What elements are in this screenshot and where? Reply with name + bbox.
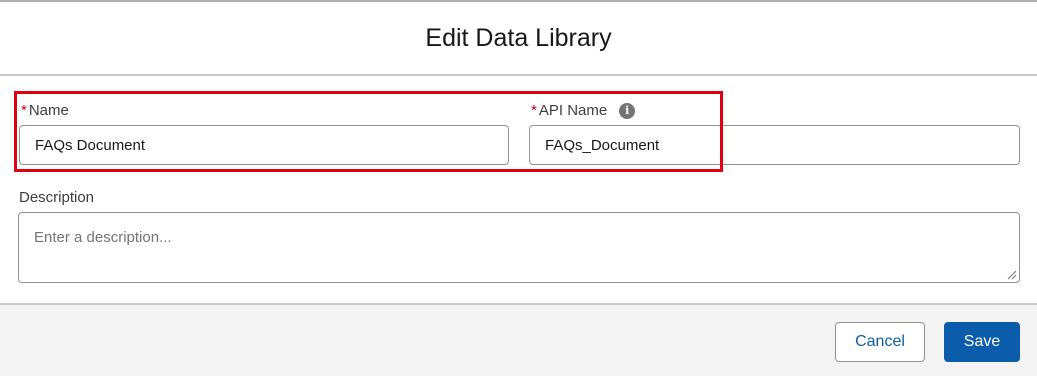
edit-data-library-modal: Edit Data Library * Name FAQs Document *…: [0, 0, 1037, 376]
modal-header: Edit Data Library: [0, 2, 1037, 76]
name-input-value: FAQs Document: [35, 136, 146, 154]
required-marker: *: [531, 102, 537, 119]
api-name-label: * API Name i: [531, 102, 636, 119]
save-button[interactable]: Save: [944, 322, 1020, 362]
api-name-input-value: FAQs_Document: [545, 136, 660, 154]
name-label-text: Name: [28, 102, 69, 119]
cancel-button[interactable]: Cancel: [835, 322, 925, 362]
info-icon[interactable]: i: [619, 102, 636, 119]
modal-title: Edit Data Library: [425, 23, 612, 52]
name-input[interactable]: FAQs Document: [19, 125, 509, 165]
name-label: * Name: [21, 102, 69, 119]
resize-handle-icon[interactable]: [1007, 270, 1017, 280]
description-label-text: Description: [19, 189, 95, 206]
description-textarea[interactable]: Enter a description...: [18, 212, 1020, 283]
api-name-label-text: API Name: [538, 102, 608, 119]
description-label: Description: [19, 189, 94, 206]
description-placeholder: Enter a description...: [34, 229, 172, 246]
required-marker: *: [21, 102, 27, 119]
api-name-input[interactable]: FAQs_Document: [529, 125, 1020, 165]
modal-footer: Cancel Save: [0, 303, 1037, 376]
